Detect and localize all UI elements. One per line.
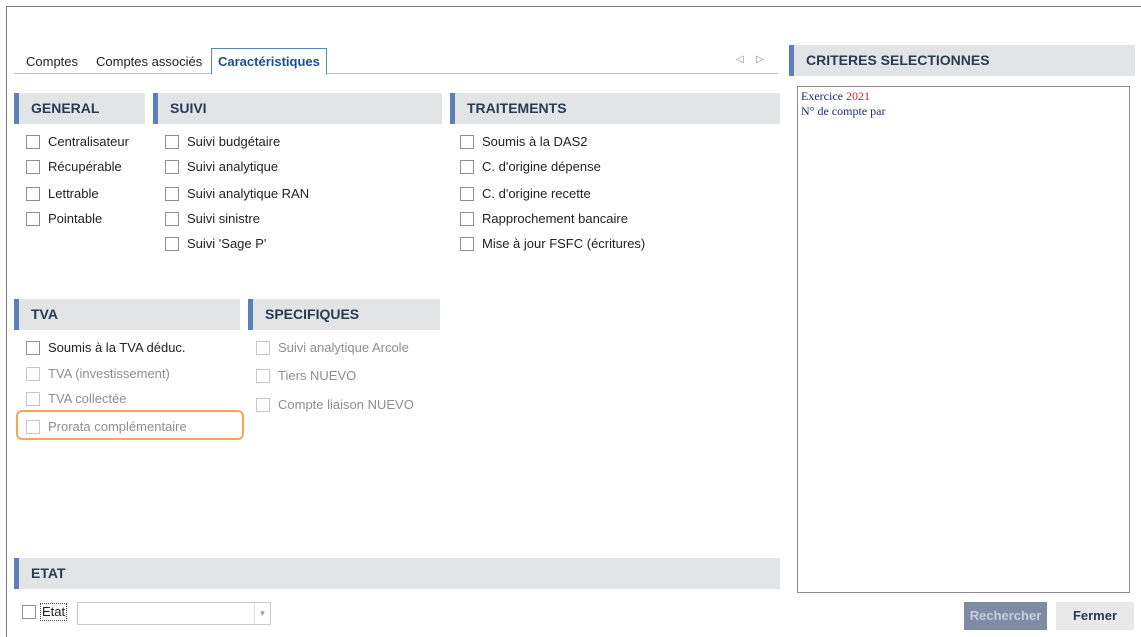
close-button[interactable]: Fermer <box>1056 602 1134 630</box>
checkbox-box <box>256 369 270 383</box>
checkbox-box[interactable] <box>460 237 474 251</box>
tab-caracteristiques[interactable]: Caractéristiques <box>211 48 327 75</box>
checkbox-label: Compte liaison NUEVO <box>278 397 414 412</box>
section-etat-header: ETAT <box>14 558 780 589</box>
checkbox-box <box>256 341 270 355</box>
section-title: ETAT <box>31 565 66 581</box>
checkbox-label: C. d'origine recette <box>482 186 591 201</box>
checkbox-label: Rapprochement bancaire <box>482 211 628 226</box>
checkbox-box[interactable] <box>460 187 474 201</box>
section-specifiques-header: SPECIFIQUES <box>248 299 440 330</box>
section-traitements-header: TRAITEMENTS <box>450 93 780 124</box>
criteria-exercice-label: Exercice <box>801 89 843 103</box>
checkbox-box[interactable] <box>26 135 40 149</box>
checkbox-box[interactable] <box>165 212 179 226</box>
checkbox-box[interactable] <box>460 212 474 226</box>
criteria-title: CRITERES SELECTIONNES <box>806 52 990 68</box>
checkbox-label: Soumis à la DAS2 <box>482 134 588 149</box>
checkbox-label: Suivi budgétaire <box>187 134 281 149</box>
triangle-left-icon[interactable]: ◁ <box>736 54 744 65</box>
triangle-right-icon[interactable]: ▷ <box>756 54 764 65</box>
checkbox-label: Soumis à la TVA déduc. <box>48 340 186 355</box>
checkbox-box <box>26 367 40 381</box>
checkbox-box <box>256 398 270 412</box>
criteria-line-exercice: Exercice 2021 <box>801 89 1126 104</box>
search-button[interactable]: Rechercher <box>964 602 1047 630</box>
checkbox-label: Mise à jour FSFC (écritures) <box>482 236 646 251</box>
tab-bar: Comptes Comptes associés Caractéristique… <box>14 48 778 75</box>
checkbox-label: Centralisateur <box>48 134 129 149</box>
etat-label[interactable]: Etat <box>40 603 68 621</box>
checkbox-label: C. d'origine dépense <box>482 159 601 174</box>
criteria-line-compte: N° de compte par <box>801 104 886 118</box>
checkbox-box[interactable] <box>26 212 40 226</box>
criteria-exercice-value: 2021 <box>845 89 870 103</box>
checkbox-box[interactable] <box>165 187 179 201</box>
checkbox-label: Récupérable <box>48 159 122 174</box>
section-title: TRAITEMENTS <box>467 100 567 116</box>
chevron-down-icon[interactable]: ▾ <box>254 603 270 624</box>
checkbox-label: Suivi analytique Arcole <box>278 340 409 355</box>
checkbox-box[interactable] <box>165 237 179 251</box>
checkbox-label: Suivi 'Sage P' <box>187 236 267 251</box>
etat-dropdown[interactable]: ▾ <box>77 602 271 625</box>
checkbox-label: Pointable <box>48 211 103 226</box>
checkbox-box[interactable] <box>26 187 40 201</box>
section-tva-header: TVA <box>14 299 240 330</box>
checkbox-label: TVA (investissement) <box>48 366 170 381</box>
criteria-panel: Exercice 2021 N° de compte par <box>797 86 1130 593</box>
section-general-header: GENERAL <box>14 93 145 124</box>
checkbox-label: Suivi sinistre <box>187 211 260 226</box>
checkbox-box[interactable] <box>26 160 40 174</box>
section-title: SPECIFIQUES <box>265 306 360 322</box>
checkbox-label: Suivi analytique RAN <box>187 186 310 201</box>
checkbox-label: Tiers NUEVO <box>278 368 357 383</box>
highlight-box <box>16 410 244 440</box>
section-title: SUIVI <box>170 100 207 116</box>
checkbox-box[interactable] <box>165 160 179 174</box>
checkbox-box[interactable] <box>460 160 474 174</box>
section-suivi-header: SUIVI <box>153 93 442 124</box>
section-title: GENERAL <box>31 100 100 116</box>
checkbox-box[interactable] <box>460 135 474 149</box>
checkbox-box[interactable] <box>165 135 179 149</box>
tab-comptes-associes[interactable]: Comptes associés <box>96 51 202 74</box>
checkbox-box <box>26 392 40 406</box>
criteria-header: CRITERES SELECTIONNES <box>789 45 1135 76</box>
checkbox-label: TVA collectée <box>48 391 127 406</box>
checkbox-label: Lettrable <box>48 186 99 201</box>
checkbox-etat[interactable] <box>22 605 36 619</box>
section-title: TVA <box>31 306 58 322</box>
checkbox-label: Suivi analytique <box>187 159 279 174</box>
checkbox-box[interactable] <box>26 341 40 355</box>
tab-comptes[interactable]: Comptes <box>26 51 78 74</box>
